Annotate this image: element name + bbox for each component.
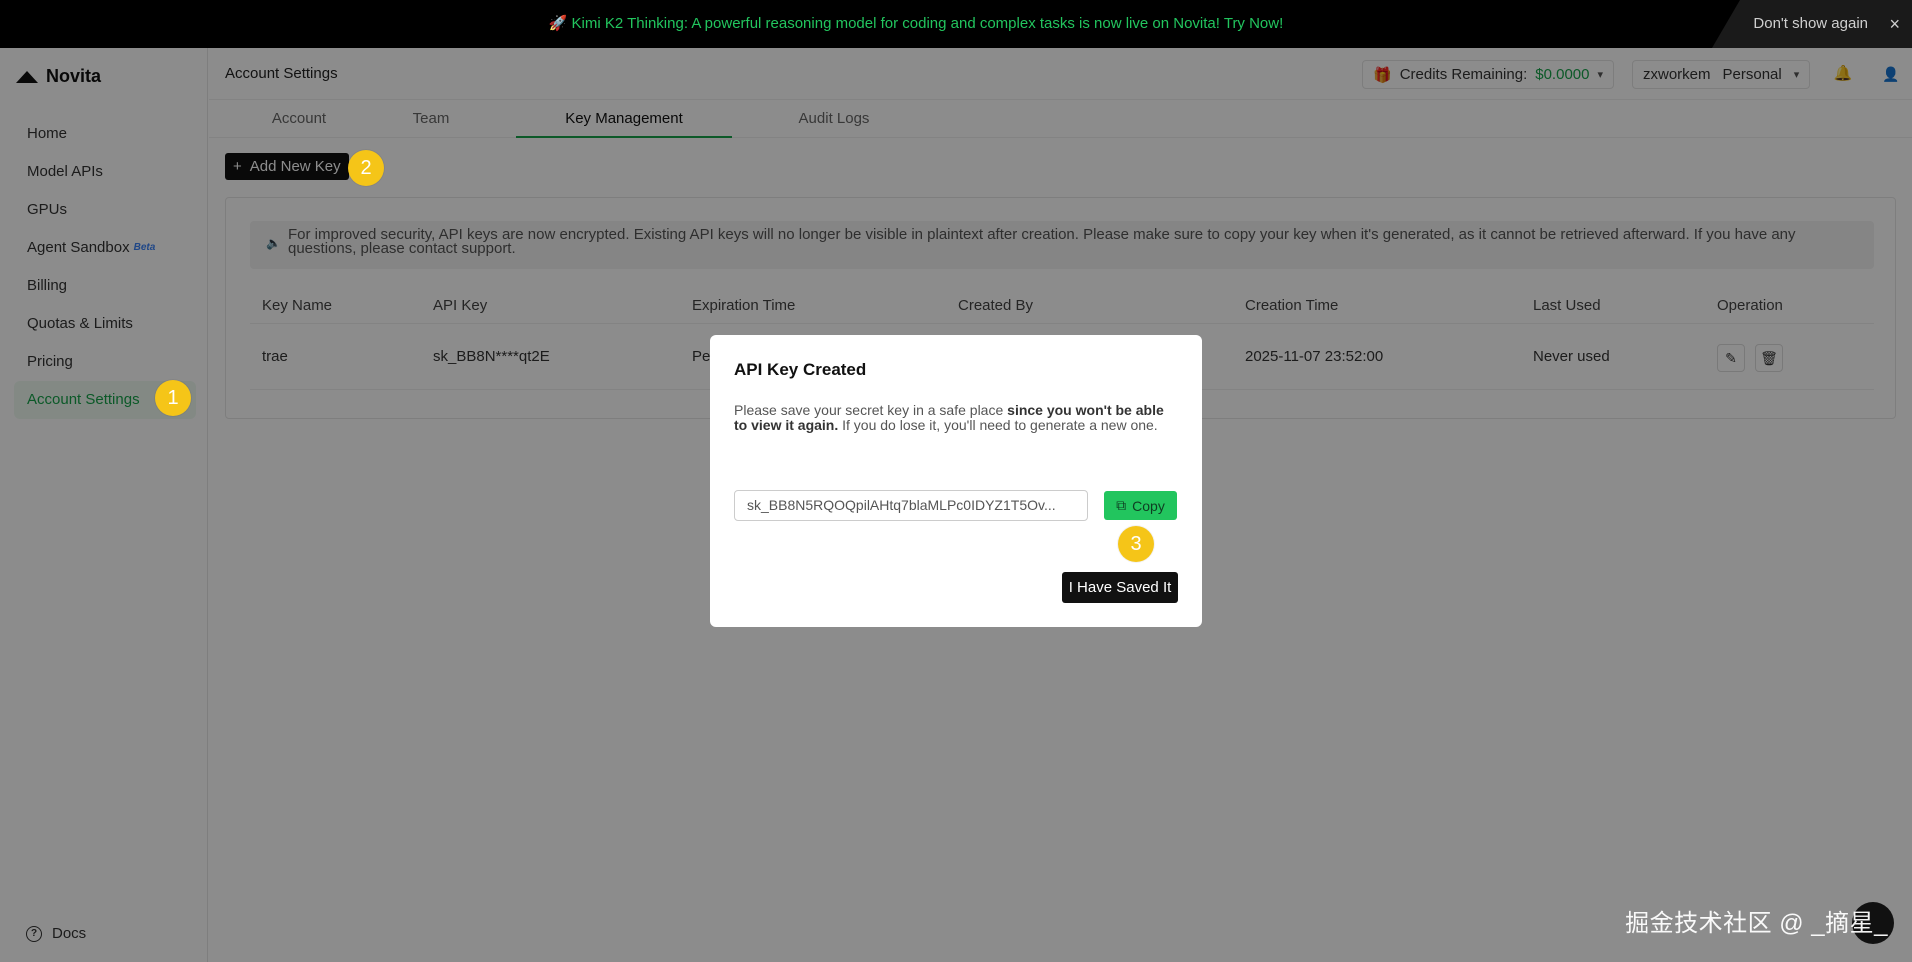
desc-text: If you do lose it, you'll need to genera… (838, 417, 1158, 433)
close-icon[interactable]: × (1889, 0, 1900, 48)
watermark: 掘金技术社区 @ _摘星_ (1625, 910, 1888, 937)
desc-text: Please save your secret key in a safe pl… (734, 402, 1008, 418)
modal-description: Please save your secret key in a safe pl… (734, 403, 1174, 433)
api-key-field[interactable]: sk_BB8N5RQOQpilAHtq7blaMLPc0IDYZ1T5Ov... (734, 490, 1088, 521)
banner-link[interactable]: 🚀 Kimi K2 Thinking: A powerful reasoning… (0, 0, 1912, 48)
api-key-created-modal: API Key Created Please save your secret … (710, 335, 1202, 627)
copy-label: Copy (1132, 497, 1165, 514)
i-have-saved-it-button[interactable]: I Have Saved It (1062, 572, 1178, 603)
copy-button[interactable]: ⧉ Copy (1104, 491, 1177, 520)
copy-icon: ⧉ (1116, 497, 1127, 513)
step-marker-3: 3 (1118, 526, 1154, 562)
modal-title: API Key Created (734, 360, 867, 379)
announcement-banner: 🚀 Kimi K2 Thinking: A powerful reasoning… (0, 0, 1912, 48)
step-marker-2: 2 (348, 150, 384, 186)
step-marker-1: 1 (155, 380, 191, 416)
dont-show-again-button[interactable]: Don't show again (1753, 0, 1868, 48)
